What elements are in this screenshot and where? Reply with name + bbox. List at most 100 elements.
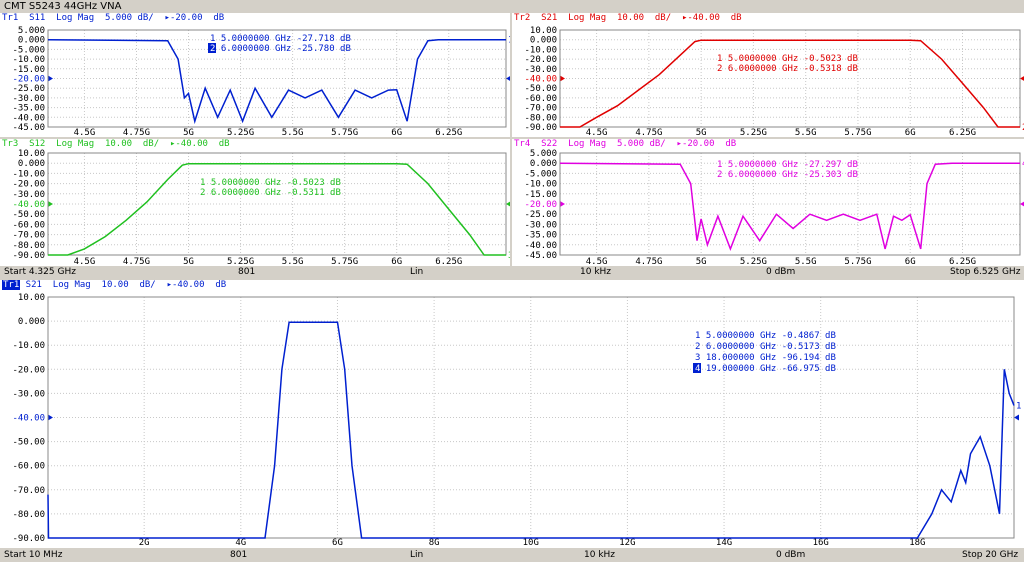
marker-readout: 1 5.0000000 GHz -0.5023 dB (200, 178, 341, 188)
power-level[interactable]: 0 dBm (766, 267, 795, 278)
x-tick-label: 4.75G (123, 257, 150, 266)
y-tick-label: -10.00 (12, 341, 45, 351)
x-tick-label: 6G (391, 128, 402, 137)
stop-freq-bottom[interactable]: Stop 20 GHz (962, 550, 1018, 561)
if-bandwidth-bottom[interactable]: 10 kHz (584, 550, 615, 561)
y-tick-label: -5.000 (12, 45, 45, 55)
y-tick-label: -30.00 (12, 190, 45, 200)
x-tick-label: 2G (139, 538, 150, 548)
x-tick-label: 4.75G (635, 128, 662, 137)
trace-panel-tr1[interactable]: Tr1 S11 Log Mag 5.000 dB/ ▸-20.00 dB 5.0… (0, 13, 510, 137)
y-tick-label: -40.00 (12, 200, 45, 210)
start-freq[interactable]: Start 4.325 GHz (4, 267, 76, 278)
y-tick-label: -50.00 (12, 438, 45, 448)
x-tick-label: 5.5G (795, 257, 817, 266)
trace-number-label: 3 (508, 251, 510, 261)
y-tick-label: -15.00 (12, 65, 45, 75)
x-tick-label: 18G (909, 538, 925, 548)
marker-readout: 3 18.000000 GHz -96.194 dB (695, 353, 836, 363)
y-tick-label: -70.00 (12, 231, 45, 241)
trace-panel-tr2[interactable]: Tr2 S21 Log Mag 10.00 dB/ ▸-40.00 dB 10.… (512, 13, 1024, 137)
power-level-bottom[interactable]: 0 dBm (776, 550, 805, 561)
y-tick-label: -45.00 (524, 251, 557, 261)
x-tick-label: 5.75G (331, 128, 358, 137)
trace-panel-tr3[interactable]: Tr3 S12 Log Mag 10.00 dB/ ▸-40.00 dB 10.… (0, 139, 510, 266)
y-tick-label: 0.000 (18, 36, 45, 46)
y-tick-label: 0.000 (18, 159, 45, 169)
reference-arrow-left (48, 201, 53, 207)
x-tick-label: 12G (619, 538, 635, 548)
window-title: CMT S5243 44GHz VNA (0, 0, 1024, 13)
x-tick-label: 4.5G (74, 128, 96, 137)
x-tick-label: 4.75G (123, 128, 150, 137)
y-tick-label: -10.00 (12, 55, 45, 65)
y-tick-label: -40.00 (12, 414, 45, 424)
x-tick-label: 5.75G (331, 257, 358, 266)
x-tick-label: 6.25G (949, 128, 976, 137)
y-tick-label: 10.00 (18, 293, 45, 303)
stop-freq[interactable]: Stop 6.525 GHz (950, 267, 1020, 278)
x-tick-label: 6G (905, 128, 916, 137)
marker-readout: 2 6.0000000 GHz -0.5318 dB (717, 64, 858, 74)
sweep-points-bottom[interactable]: 801 (230, 550, 247, 561)
chart-tr3: 10.000.000-10.00-20.00-30.00-40.00-50.00… (12, 149, 510, 266)
y-tick-label: -40.00 (524, 241, 557, 251)
marker-readout: 1 5.0000000 GHz -27.718 dB (210, 34, 351, 44)
y-tick-label: -60.00 (12, 462, 45, 472)
x-tick-label: 5.75G (844, 257, 871, 266)
y-tick-label: -15.00 (524, 190, 557, 200)
x-tick-label: 5G (183, 257, 194, 266)
if-bandwidth[interactable]: 10 kHz (580, 267, 611, 278)
trace-panel-tr4[interactable]: Tr4 S22 Log Mag 5.000 dB/ ▸-20.00 dB 5.0… (512, 139, 1024, 266)
x-tick-label: 6.25G (435, 257, 462, 266)
y-tick-label: 0.000 (530, 36, 557, 46)
marker-value: 6.0000000 GHz -25.780 dB (215, 44, 350, 54)
reference-arrow-left (48, 75, 53, 82)
y-tick-label: -80.00 (524, 113, 557, 123)
x-tick-label: 5.25G (740, 257, 767, 266)
y-tick-label: -10.00 (524, 45, 557, 55)
x-tick-label: 4G (235, 538, 246, 548)
marker-value: 19.000000 GHz -66.975 dB (700, 364, 835, 374)
marker-readout: 1 5.0000000 GHz -0.4867 dB (695, 331, 836, 341)
chart-tr1: 5.0000.000-5.000-10.00-15.00-20.00-25.00… (12, 26, 510, 137)
sweep-points[interactable]: 801 (238, 267, 255, 278)
y-tick-label: -30.00 (12, 389, 45, 399)
x-tick-label: 6G (391, 257, 402, 266)
x-tick-label: 5.25G (740, 128, 767, 137)
sweep-type-bottom[interactable]: Lin (410, 550, 423, 561)
y-tick-label: -90.00 (524, 123, 557, 133)
y-tick-label: -30.00 (524, 220, 557, 230)
y-tick-label: -60.00 (12, 220, 45, 230)
y-tick-label: -70.00 (524, 104, 557, 114)
x-tick-label: 6.25G (949, 257, 976, 266)
y-tick-label: -35.00 (524, 231, 557, 241)
x-tick-label: 4.5G (74, 257, 96, 266)
y-tick-label: -40.00 (12, 113, 45, 123)
x-tick-label: 14G (716, 538, 732, 548)
start-freq-bottom[interactable]: Start 10 MHz (4, 550, 62, 561)
y-tick-label: -20.00 (12, 75, 45, 85)
reference-arrow-right (1014, 414, 1019, 421)
marker-readout: 1 5.0000000 GHz -0.5023 dB (717, 54, 858, 64)
y-tick-label: -50.00 (524, 84, 557, 94)
y-tick-label: 5.000 (530, 149, 557, 159)
y-tick-label: -30.00 (12, 94, 45, 104)
trace-panel-bottom[interactable]: Tr1 S21 Log Mag 10.00 dB/ ▸-40.00 dB 10.… (0, 280, 1024, 548)
marker-readout: 2 6.0000000 GHz -0.5311 dB (200, 188, 341, 198)
y-tick-label: 0.000 (530, 159, 557, 169)
x-tick-label: 10G (523, 538, 539, 548)
y-tick-label: 10.00 (530, 26, 557, 36)
reference-arrow-left (560, 201, 565, 207)
x-tick-label: 4.5G (586, 128, 608, 137)
y-tick-label: -80.00 (12, 241, 45, 251)
y-tick-label: -20.00 (524, 200, 557, 210)
sweep-type[interactable]: Lin (410, 267, 423, 278)
x-tick-label: 4.75G (635, 257, 662, 266)
chart-tr4: 5.0000.000-5.000-10.00-15.00-20.00-25.00… (524, 149, 1024, 266)
x-tick-label: 5.25G (227, 257, 254, 266)
y-tick-label: -25.00 (12, 84, 45, 94)
chart-tr2: 10.000.000-10.00-20.00-30.00-40.00-50.00… (524, 26, 1024, 137)
trace-number-label: 1 (1016, 401, 1021, 411)
x-tick-label: 5G (696, 128, 707, 137)
